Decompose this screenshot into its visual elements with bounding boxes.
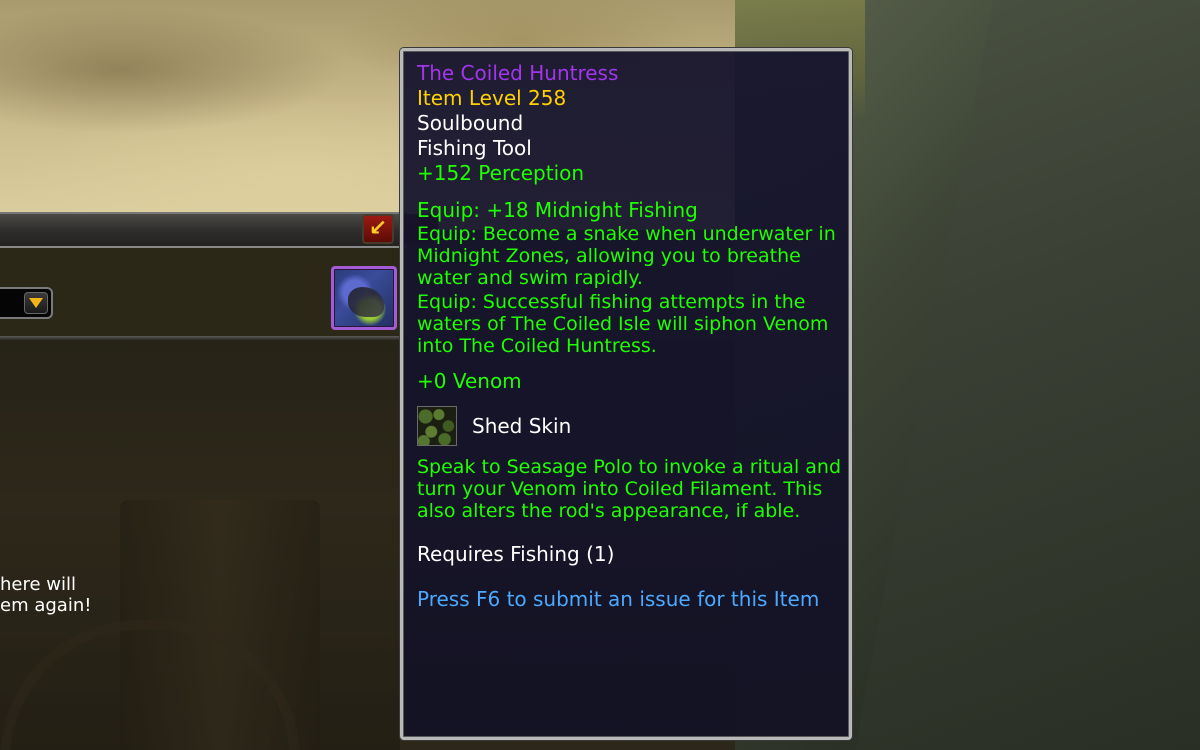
binding-text: Soulbound	[417, 111, 524, 135]
arrow-down-left-icon: ↙	[368, 216, 388, 241]
collapse-button[interactable]: ↙	[362, 214, 394, 244]
panel-text-line-1: here will	[0, 574, 77, 595]
item-name: The Coiled Huntress	[417, 61, 619, 85]
chevron-down-icon[interactable]	[24, 292, 48, 314]
equip-effect-3: Equip: Successful fishing attempts in th…	[417, 291, 829, 357]
equip-effect-1: Equip: +18 Midnight Fishing	[417, 198, 698, 222]
venom-counter: +0 Venom	[417, 369, 522, 393]
stat-perception: +152 Perception	[417, 161, 585, 185]
panel-description: here will em again!	[0, 574, 120, 616]
item-type: Fishing Tool	[417, 136, 532, 160]
item-tooltip: The Coiled Huntress Item Level 258 Soulb…	[400, 48, 852, 740]
panel-divider	[0, 336, 400, 340]
fishing-rod-item-icon[interactable]	[331, 266, 397, 330]
panel-text-line-2: em again!	[0, 595, 92, 616]
snake-scales-icon	[417, 406, 457, 446]
feedback-hint: Press F6 to submit an issue for this Ite…	[417, 587, 820, 611]
spell-row: Shed Skin	[417, 404, 841, 448]
panel-title-bar[interactable]	[0, 212, 407, 248]
requirement-text: Requires Fishing (1)	[417, 542, 615, 566]
dropdown-select[interactable]	[0, 287, 53, 319]
spell-name: Shed Skin	[472, 414, 572, 438]
equip-effect-2: Equip: Become a snake when underwater in…	[417, 223, 836, 289]
item-level: Item Level 258	[417, 86, 567, 110]
spell-description: Speak to Seasage Polo to invoke a ritual…	[417, 456, 842, 522]
